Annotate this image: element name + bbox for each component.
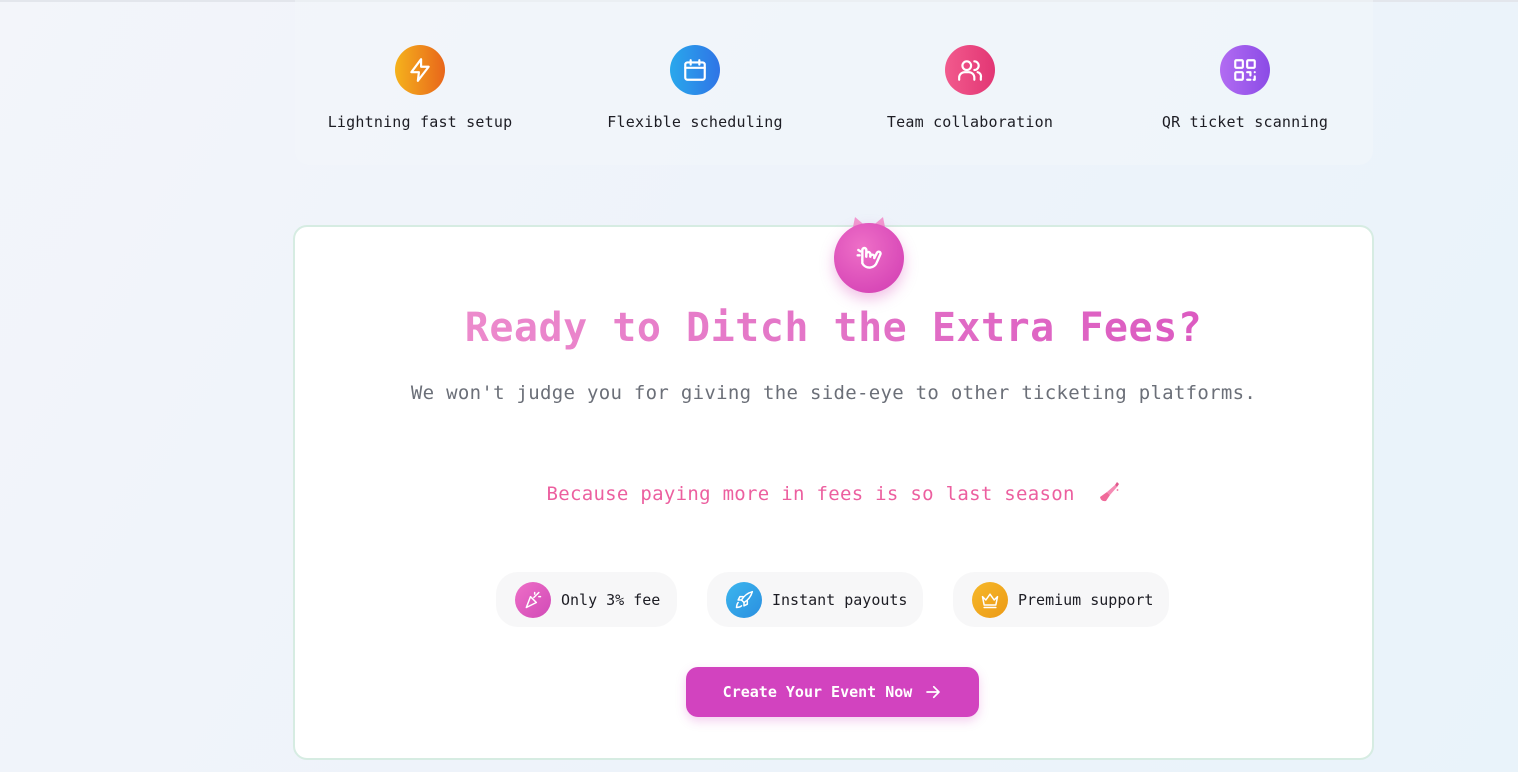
perk-label: Only 3% fee bbox=[561, 590, 661, 609]
perk-instant-payouts: Instant payouts bbox=[707, 572, 923, 627]
cta-subheading: We won't judge you for giving the side-e… bbox=[410, 382, 1257, 404]
lightning-icon bbox=[395, 45, 445, 95]
feature-label: QR ticket scanning bbox=[1161, 113, 1329, 131]
tagline-text: Because paying more in fees is so last s… bbox=[546, 483, 1075, 505]
perk-label: Instant payouts bbox=[772, 590, 908, 609]
cta-headline: Ready to Ditch the Extra Fees? bbox=[293, 305, 1374, 351]
create-event-button-label: Create Your Event Now bbox=[722, 683, 913, 701]
users-icon bbox=[945, 45, 995, 95]
party-popper-icon bbox=[515, 581, 551, 618]
crown-icon bbox=[972, 581, 1008, 618]
feature-lightning-fast-setup: Lightning fast setup bbox=[290, 45, 550, 145]
feature-qr-ticket-scanning: QR ticket scanning bbox=[1115, 45, 1375, 145]
nail-polish-icon bbox=[1097, 480, 1121, 509]
feature-team-collaboration: Team collaboration bbox=[840, 45, 1100, 145]
create-event-button[interactable]: Create Your Event Now bbox=[686, 667, 979, 717]
party-hand-icon bbox=[834, 223, 904, 293]
rocket-icon bbox=[726, 581, 762, 618]
qr-code-icon bbox=[1220, 45, 1270, 95]
feature-label: Lightning fast setup bbox=[327, 113, 513, 131]
arrow-right-icon bbox=[924, 683, 942, 701]
feature-label: Team collaboration bbox=[886, 113, 1054, 131]
perk-premium-support: Premium support bbox=[953, 572, 1169, 627]
calendar-icon bbox=[670, 45, 720, 95]
perk-only-3-percent-fee: Only 3% fee bbox=[496, 572, 677, 627]
perk-label: Premium support bbox=[1018, 590, 1154, 609]
feature-flexible-scheduling: Flexible scheduling bbox=[565, 45, 825, 145]
party-badge bbox=[834, 213, 904, 293]
cta-tagline: Because paying more in fees is so last s… bbox=[293, 480, 1374, 509]
feature-label: Flexible scheduling bbox=[607, 113, 783, 131]
